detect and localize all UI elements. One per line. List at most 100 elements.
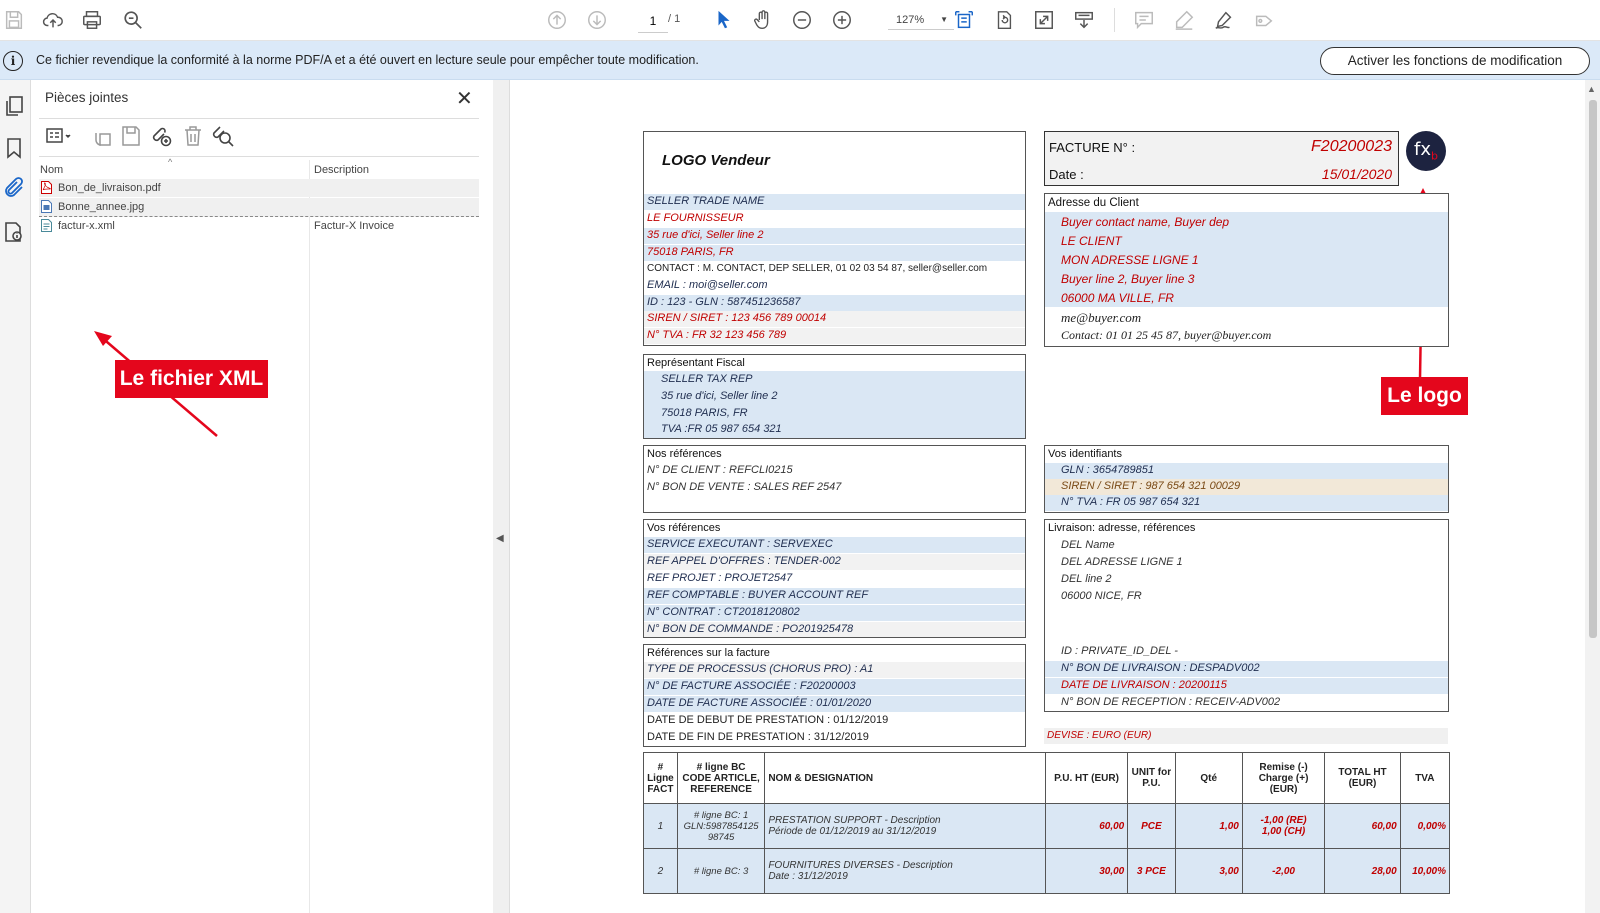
our-refs-line: N° DE CLIENT : REFCLI0215 [644,463,1025,479]
navigation-rail [0,80,31,913]
invoice-date: 15/01/2020 [1321,166,1392,182]
column-separator [309,160,310,913]
service-end-date: DATE DE FIN DE PRESTATION : 31/12/2019 [647,731,869,743]
client-line: Buyer contact name, Buyer dep [1045,212,1448,231]
ids-line: N° TVA : FR 05 987 654 321 [1045,495,1448,511]
attachment-row[interactable]: Bonne_annee.jpg [39,198,479,217]
cell-quantity: 3,00 [1174,848,1243,894]
delivery-id: ID : PRIVATE_ID_DEL - [1061,645,1178,657]
stamp-icon[interactable] [1252,8,1276,32]
attachment-row[interactable]: Bon_de_livraison.pdf [39,179,479,197]
search-icon[interactable] [121,8,145,32]
attachment-row[interactable]: factur-x.xml Factur-X Invoice [39,217,479,235]
your-identifiers-box: Vos identifiants GLN : 3654789851 SIREN … [1044,445,1449,513]
hand-icon[interactable] [751,8,775,32]
page-number-input[interactable] [638,10,668,33]
add-attachment-icon[interactable] [149,124,173,148]
sort-ascending-icon: ^ [168,157,173,167]
select-cursor-icon[interactable] [712,8,736,32]
attachments-panel: Pièces jointes ✕ ^ Nom Description Bon_d… [31,80,494,913]
bookmark-icon[interactable] [2,136,26,160]
search-attachment-icon[interactable] [211,124,235,148]
logo-badge-sub: b [1431,149,1438,163]
image-file-icon [41,200,52,213]
scroll-up-icon[interactable]: ▲ [1587,84,1596,94]
column-header-name[interactable]: Nom [40,164,63,176]
ids-title: Vos identifiants [1048,448,1122,460]
delivery-line: DATE DE LIVRAISON : 20200115 [1045,678,1448,694]
open-attachment-icon[interactable] [89,124,113,148]
scrollbar-thumb[interactable] [1589,100,1597,638]
cell-discount: -2,00 [1241,848,1326,894]
client-contact2: Contact: 01 01 25 45 87, buyer@buyer.com [1061,328,1272,342]
service-executant: SERVICE EXECUTANT : SERVEXEC [647,538,833,550]
designation-line: Période de 01/12/2019 au 31/12/2019 [768,826,937,837]
our-refs-title: Nos références [647,448,722,460]
seller-line: ID : 123 - GLN : 587451236587 [644,295,1025,311]
read-mode-icon[interactable] [1072,8,1096,32]
designation-line: FOURNITURES DIVERSES - Description [768,860,953,871]
fullscreen-icon[interactable] [1032,8,1056,32]
col-tva: TVA [1399,752,1451,804]
receipt-number: N° BON DE RECEPTION : RECEIV-ADV002 [1061,696,1281,708]
delivery-line: DEL Name [1045,538,1448,554]
cell-tva: 10,00% [1399,848,1451,894]
xml-file-icon [41,219,52,232]
client-line1: MON ADRESSE LIGNE 1 [1061,253,1199,267]
cell-total: 28,00 [1324,848,1401,894]
invoice-refs-line: N° DE FACTURE ASSOCIÉE : F20200003 [644,679,1025,695]
zoom-select[interactable]: 127% ▼ [888,10,954,30]
process-type: TYPE DE PROCESSUS (CHORUS PRO) : A1 [647,663,874,675]
zoom-in-icon[interactable] [830,8,854,32]
client-title: Adresse du Client [1048,197,1139,209]
zoom-out-icon[interactable] [790,8,814,32]
options-menu-icon[interactable] [45,124,75,148]
client-contact: Buyer contact name, Buyer dep [1061,215,1230,229]
pages-icon[interactable] [2,94,26,118]
fiscal-tva: TVA :FR 05 987 654 321 [661,423,782,435]
comment-icon[interactable] [1132,8,1156,32]
fiscal-lines: SELLER TAX REP 35 rue d'ici, Seller line… [644,371,1025,438]
logo-badge-text: fx [1414,139,1431,160]
delivery-line: 06000 NICE, FR [1045,589,1448,605]
fiscal-name: SELLER TAX REP [661,373,753,385]
table-header-row: # Ligne FACT # ligne BC CODE ARTICLE, RE… [643,752,1451,804]
highlight-icon[interactable] [1172,8,1196,32]
divider [39,156,479,157]
delivery-line: N° BON DE RECEPTION : RECEIV-ADV002 [1045,695,1448,711]
buyer-tva: N° TVA : FR 05 987 654 321 [1061,496,1201,508]
page-down-icon[interactable] [585,8,609,32]
invoice-lines-table: # Ligne FACT # ligne BC CODE ARTICLE, RE… [643,752,1451,894]
document-info-icon[interactable] [2,220,26,244]
column-header-description[interactable]: Description [314,164,369,176]
save-attachment-icon[interactable] [119,124,143,148]
panel-splitter[interactable] [493,80,510,913]
seller-line: N° TVA : FR 32 123 456 789 [644,328,1025,344]
cell-ligne: 1 [643,803,678,849]
col-total: TOTAL HT (EUR) [1324,752,1401,804]
close-icon[interactable]: ✕ [456,86,473,111]
currency: DEVISE : EURO (EUR) [1047,730,1152,741]
page-up-icon[interactable] [545,8,569,32]
discount-line: -2,00 [1272,865,1295,877]
seller-email: EMAIL : moi@seller.com [647,279,768,291]
save-icon[interactable] [2,8,26,32]
print-icon[interactable] [80,8,104,32]
delivery-title: Livraison: adresse, références [1048,522,1196,534]
attachment-icon[interactable] [2,176,26,200]
delete-icon[interactable] [181,124,205,148]
rotate-icon[interactable] [992,8,1016,32]
invoice-refs-line: DATE DE FIN DE PRESTATION : 31/12/2019 [644,730,1025,746]
logo-vendeur: LOGO Vendeur [662,152,770,169]
your-references-box: Vos références SERVICE EXECUTANT : SERVE… [643,519,1026,638]
collapse-panel-icon[interactable]: ◀ [496,533,504,544]
sign-icon[interactable] [1212,8,1236,32]
upload-icon[interactable] [41,8,65,32]
delivery-line: N° BON DE LIVRAISON : DESPADV002 [1045,661,1448,677]
fit-page-icon[interactable] [952,8,976,32]
enable-editing-button[interactable]: Activer les fonctions de modification [1320,47,1590,75]
client-line: 06000 MA VILLE, FR [1045,288,1448,307]
main-toolbar: / 1 127% ▼ [0,0,1600,41]
cell-unit-price: 30,00 [1044,848,1129,894]
seller-trade-name: SELLER TRADE NAME [647,195,765,207]
